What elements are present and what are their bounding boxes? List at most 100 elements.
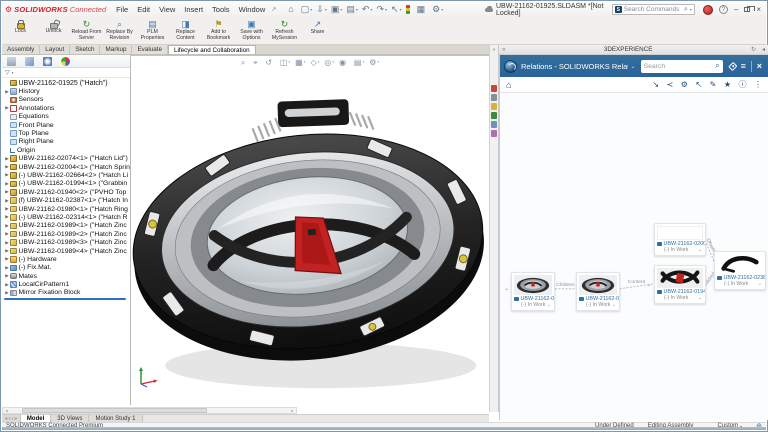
tab-nav-arrows[interactable]: «‹›» <box>2 415 21 422</box>
hide-show-items-icon[interactable]: ◎▾ <box>324 59 334 67</box>
scroll-left-icon[interactable]: ◂ <box>3 408 10 413</box>
ribbon-button[interactable]: ◨ Replace Content <box>169 18 202 41</box>
command-tab[interactable]: Assembly <box>2 45 40 54</box>
command-tab[interactable]: Layout <box>40 45 70 54</box>
previous-view-icon[interactable]: ↺▾ <box>265 59 274 67</box>
ribbon-button[interactable]: ↗ Share <box>301 18 334 36</box>
favorites-star-icon[interactable]: ★ <box>724 80 731 89</box>
tree-item[interactable]: ▶ Right Plane <box>2 138 130 146</box>
section-view-icon[interactable]: ◫▾ <box>280 59 290 67</box>
select-icon[interactable]: ↖▾ <box>391 5 402 14</box>
home-icon[interactable]: ⌂▾ <box>288 5 296 14</box>
tab-motion-study[interactable]: Motion Study 1 <box>89 415 142 422</box>
rollback-bar[interactable] <box>4 298 126 300</box>
3dexperience-tab-icon[interactable] <box>491 85 498 92</box>
tree-root-item[interactable]: UBW-21162-01925 ("Hatch") <box>2 79 130 87</box>
menu-item[interactable]: Tools <box>212 5 230 14</box>
graph-node-handle-part[interactable]: UBW-21162-01940 (-) In Work⌄ <box>654 265 706 304</box>
user-avatar[interactable] <box>703 5 713 15</box>
graph-node-subassembly[interactable]: UBW-21162-02074 (-) In Work⌄ <box>576 272 620 311</box>
tree-item[interactable]: ▶ UBW-21162-01989<2> ("Hatch Zinc <box>2 230 130 238</box>
tree-item[interactable]: ▶ (-) UBW-21162-01994<1> ("Grabbin <box>2 180 130 188</box>
tree-item[interactable]: ▶ UBW-21162-01989<1> ("Hatch Zinc <box>2 222 130 230</box>
scroll-right-icon[interactable]: ▸ <box>289 408 296 413</box>
menu-item[interactable]: Edit <box>137 5 150 14</box>
node-state-caret-icon[interactable]: ⌄ <box>698 247 702 253</box>
pin-menu-icon[interactable]: ↗ <box>271 6 276 13</box>
refresh-pane-icon[interactable]: ↻ <box>751 46 756 53</box>
apply-scene-icon[interactable]: ▤▾ <box>354 59 364 67</box>
node-state-caret-icon[interactable]: ⌄ <box>612 302 616 308</box>
tree-item[interactable]: ▶ (-) Hardware <box>2 255 130 263</box>
tree-item[interactable]: ▶ History <box>2 87 130 95</box>
app-title[interactable]: Relations - SOLIDWORKS Relatio... <box>521 62 628 71</box>
tab-model[interactable]: Model <box>21 415 51 422</box>
tree-item[interactable]: ▶ (-) Fix.Mat. <box>2 264 130 272</box>
view-settings-icon[interactable]: ⚙▾ <box>369 59 379 67</box>
tree-filter[interactable]: ▽ ▾ <box>2 68 130 78</box>
tree-item[interactable]: ▶ Mates <box>2 272 130 280</box>
tree-item[interactable]: ▶ (-) UBW-21162-02314<1> ("Hatch R <box>2 213 130 221</box>
ribbon-button[interactable]: ▤ PLM Properties <box>136 18 169 41</box>
tree-item[interactable]: ▶ UBW-21162-02004<1> ("Hatch Sprin <box>2 163 130 171</box>
pin-pane-icon[interactable]: ◂ <box>762 46 765 53</box>
menu-item[interactable]: View <box>159 5 175 14</box>
command-tab-active[interactable]: Lifecycle and Collaboration <box>168 45 256 54</box>
select-cursor-icon[interactable]: ↖ <box>695 80 702 89</box>
custom-properties-tab-icon[interactable] <box>491 130 498 137</box>
design-library-tab-icon[interactable] <box>491 94 498 101</box>
help-icon[interactable]: ? <box>719 5 728 14</box>
search-scope-caret-icon[interactable]: ▾ <box>690 7 692 12</box>
tag-icon[interactable] <box>728 62 737 71</box>
tree-item[interactable]: ▶ UBW-21162-01989<3> ("Hatch Zinc <box>2 238 130 246</box>
open-file-icon[interactable]: ⇩▾ <box>316 5 327 14</box>
3dexperience-compass-icon[interactable] <box>504 60 517 73</box>
search-commands-input[interactable]: S Search Commands ⌕ ▾ <box>612 4 695 15</box>
ribbon-button[interactable]: ↻ Reload From Server <box>70 18 103 41</box>
edit-appearance-icon[interactable]: ◉▾ <box>339 59 349 67</box>
menu-item[interactable]: Insert <box>184 5 203 14</box>
tree-item[interactable]: ▶ LocalCirPattern1 <box>2 280 130 288</box>
node-state-caret-icon[interactable]: ⌄ <box>698 295 702 301</box>
tree-item[interactable]: ▶ Origin <box>2 146 130 154</box>
tree-item[interactable]: ▶ UBW-21162-02074<1> ("Hatch Lid") <box>2 155 130 163</box>
task-pane-icon[interactable]: ▦▾ <box>417 5 429 14</box>
print-icon[interactable]: ▤▾ <box>346 5 358 14</box>
command-tab[interactable]: Markup <box>100 45 132 54</box>
app-switcher-caret-icon[interactable]: ⌄ <box>631 63 636 70</box>
save-icon[interactable]: ▣▾ <box>331 5 343 14</box>
navigate-arrow-icon[interactable]: ↘ <box>652 80 659 89</box>
info-icon[interactable]: ⓘ <box>739 79 747 90</box>
graphics-viewport[interactable]: ⌕▾ ⌖▾ ↺▾ ◫▾ ▦▾ ◇▾ <box>131 55 489 412</box>
graph-node-assembly[interactable]: UBW-21162-01925 (-) In Work⌄ <box>511 272 555 311</box>
forum-tab-icon[interactable] <box>491 139 498 146</box>
options-gear-icon[interactable]: ⚙▾ <box>432 5 443 14</box>
tree-item[interactable]: ▶ UBW-21162-01940<2> ("PVHO Top <box>2 188 130 196</box>
hatch-3d-model[interactable] <box>131 72 485 402</box>
tree-item[interactable]: ▶ Front Plane <box>2 121 130 129</box>
horizontal-scrollbar[interactable]: ◂ ▸ <box>2 407 297 414</box>
file-explorer-tab-icon[interactable] <box>491 103 498 110</box>
restore-window-button[interactable] <box>744 7 750 12</box>
redo-icon[interactable]: ↷▾ <box>376 5 387 14</box>
new-file-icon[interactable]: ▢▾ <box>301 5 313 14</box>
search-icon[interactable]: ⌕ <box>684 6 688 14</box>
ribbon-button[interactable]: ▣ Save with Options <box>235 18 268 41</box>
ribbon-button[interactable]: ⌕ Replace By Revision <box>103 18 136 41</box>
ribbon-button[interactable]: Lock <box>4 18 37 35</box>
home-icon[interactable]: ⌂ <box>506 80 511 90</box>
tree-item[interactable]: ▶ Equations <box>2 113 130 121</box>
tree-item[interactable]: ▶ Annotations <box>2 104 130 112</box>
menu-item[interactable]: File <box>116 5 128 14</box>
menu-hamburger-icon[interactable]: ≡ <box>741 62 746 71</box>
graph-node-related-part[interactable]: UBW-21162-02387 (-) In Work⌄ <box>714 251 766 290</box>
settings-gear-icon[interactable]: ⚙ <box>681 80 688 89</box>
relations-graph-canvas[interactable]: Children Content Drawing of Children +++… <box>500 93 768 420</box>
node-state-caret-icon[interactable]: ⌄ <box>547 302 551 308</box>
expand-chevron-icon[interactable]: » <box>502 47 505 53</box>
display-style-icon[interactable]: ◇▾ <box>310 59 319 67</box>
graph-node-drawing[interactable]: UBW-21162-02004 (-) In Work⌄ <box>654 223 706 256</box>
share-network-icon[interactable]: ≺ <box>667 80 674 89</box>
tab-3d-views[interactable]: 3D Views <box>51 415 89 422</box>
close-panel-icon[interactable]: × <box>757 62 762 71</box>
